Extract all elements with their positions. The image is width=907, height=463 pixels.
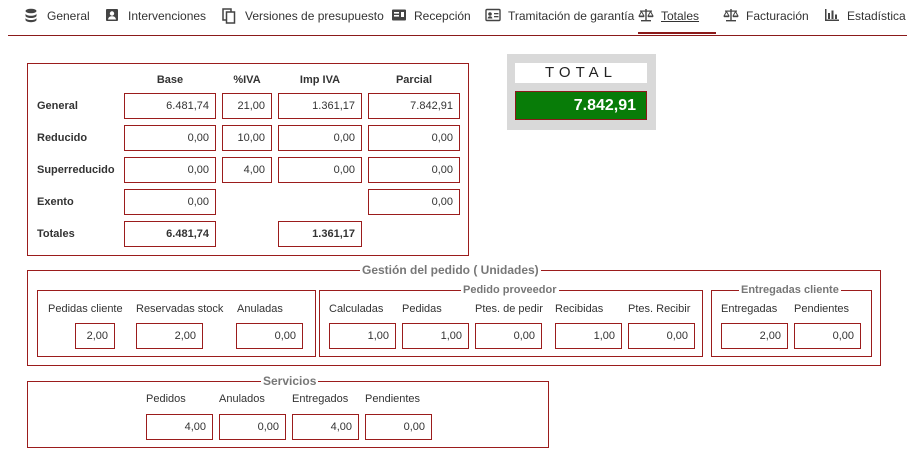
superreducido-imp-iva-field[interactable]: 0,00: [278, 157, 362, 183]
reservadas-stock-field[interactable]: 2,00: [136, 323, 203, 349]
total-panel: TOTAL 7.842,91: [507, 54, 656, 130]
superreducido-iva-field[interactable]: 4,00: [222, 157, 272, 183]
pedido-proveedor-subgroup: Pedido proveedor Calculadas Pedidas Ptes…: [319, 283, 703, 357]
total-value: 7.842,91: [515, 91, 647, 120]
servicios-pendientes-field[interactable]: 0,00: [365, 414, 432, 440]
tab-label: Totales: [661, 9, 700, 23]
tab-label: Tramitación de garantía: [508, 9, 635, 23]
pedidas-cliente-field[interactable]: 2,00: [75, 323, 115, 349]
entregadas-cliente-subgroup: Entregadas cliente Entregadas Pendientes…: [711, 283, 872, 357]
servicios-pedidos-label: Pedidos: [146, 393, 186, 405]
header-base: Base: [156, 74, 184, 86]
tab-general[interactable]: General: [24, 8, 90, 34]
reducido-parcial-field[interactable]: 0,00: [368, 125, 460, 151]
tab-label: General: [47, 9, 90, 23]
tab-facturacion[interactable]: Facturación: [723, 8, 809, 34]
reducido-base-field[interactable]: 0,00: [124, 125, 216, 151]
tab-totales[interactable]: Totales: [638, 8, 716, 34]
tab-estadistica[interactable]: Estadística: [824, 8, 906, 34]
header-iva: %IVA: [233, 74, 261, 86]
entregadas-field[interactable]: 2,00: [721, 323, 788, 349]
entregadas-cliente-title: Entregadas cliente: [739, 283, 841, 297]
pendientes-label: Pendientes: [794, 303, 850, 315]
row-label-superreducido: Superreducido: [37, 164, 115, 176]
recibidas-field[interactable]: 1,00: [555, 323, 622, 349]
id-card-icon: [391, 8, 407, 24]
calculadas-label: Calculadas: [329, 303, 384, 315]
pedidas-label: Pedidas: [402, 303, 442, 315]
header-imp-iva: Imp IVA: [299, 74, 341, 86]
superreducido-parcial-field[interactable]: 0,00: [368, 157, 460, 183]
tab-label: Estadística: [847, 9, 906, 23]
calculadas-field[interactable]: 1,00: [329, 323, 396, 349]
servicios-title: Servicios: [261, 374, 319, 388]
gestion-pedido-title: Gestión del pedido ( Unidades): [360, 263, 541, 277]
servicios-entregados-field[interactable]: 4,00: [292, 414, 359, 440]
exento-parcial-field[interactable]: 0,00: [368, 189, 460, 215]
scale-icon: [638, 8, 654, 24]
totales-base-field[interactable]: 6.481,74: [124, 221, 216, 247]
reservadas-stock-label: Reservadas stock: [136, 303, 224, 315]
bar-chart-icon: [824, 8, 840, 24]
ptes-de-pedir-label: Ptes. de pedir: [475, 303, 543, 315]
total-title: TOTAL: [515, 63, 647, 83]
exento-base-field[interactable]: 0,00: [124, 189, 216, 215]
database-icon: [24, 8, 40, 24]
general-iva-field[interactable]: 21,00: [222, 93, 272, 119]
row-label-general: General: [37, 100, 78, 112]
general-base-field[interactable]: 6.481,74: [124, 93, 216, 119]
contact-card-icon: [485, 8, 501, 24]
tab-intervenciones[interactable]: Intervenciones: [105, 8, 206, 34]
totales-imp-iva-field[interactable]: 1.361,17: [278, 221, 362, 247]
row-label-reducido: Reducido: [37, 132, 88, 144]
ptes-de-pedir-field[interactable]: 0,00: [475, 323, 542, 349]
tab-recepcion[interactable]: Recepción: [391, 8, 471, 34]
tab-versiones-presupuesto[interactable]: Versiones de presupuesto: [222, 8, 384, 34]
tab-label: Recepción: [414, 9, 471, 23]
pedido-proveedor-title: Pedido proveedor: [461, 283, 559, 297]
recibidas-label: Recibidas: [555, 303, 604, 315]
gestion-pedido-group: Gestión del pedido ( Unidades) Pedidas c…: [27, 263, 881, 366]
copy-icon: [222, 8, 238, 24]
ptes-recibir-label: Ptes. Recibir: [628, 303, 691, 315]
header-parcial: Parcial: [395, 74, 433, 86]
tab-bar: General Intervenciones Versiones de pres…: [8, 0, 907, 36]
ptes-recibir-field[interactable]: 0,00: [628, 323, 695, 349]
row-label-totales: Totales: [37, 228, 75, 240]
general-imp-iva-field[interactable]: 1.361,17: [278, 93, 362, 119]
servicios-entregados-label: Entregados: [292, 393, 349, 405]
servicios-anulados-field[interactable]: 0,00: [219, 414, 286, 440]
tab-label: Versiones de presupuesto: [245, 9, 384, 23]
scale-icon: [723, 8, 739, 24]
reducido-imp-iva-field[interactable]: 0,00: [278, 125, 362, 151]
servicios-pedidos-field[interactable]: 4,00: [146, 414, 213, 440]
row-label-exento: Exento: [37, 196, 74, 208]
person-card-icon: [105, 8, 121, 24]
general-parcial-field[interactable]: 7.842,91: [368, 93, 460, 119]
tab-label: Intervenciones: [128, 9, 207, 23]
entregadas-label: Entregadas: [721, 303, 778, 315]
reducido-iva-field[interactable]: 10,00: [222, 125, 272, 151]
servicios-pendientes-label: Pendientes: [365, 393, 421, 405]
superreducido-base-field[interactable]: 0,00: [124, 157, 216, 183]
tab-label: Facturación: [746, 9, 809, 23]
pedidas-cliente-label: Pedidas cliente: [48, 303, 123, 315]
servicios-anulados-label: Anulados: [219, 393, 265, 405]
tab-tramitacion-garantia[interactable]: Tramitación de garantía: [485, 8, 634, 34]
cliente-subgroup: Pedidas cliente Reservadas stock Anulada…: [37, 290, 316, 357]
pendientes-field[interactable]: 0,00: [794, 323, 861, 349]
pedidas-field[interactable]: 1,00: [402, 323, 469, 349]
anuladas-label: Anuladas: [237, 303, 283, 315]
anuladas-field[interactable]: 0,00: [236, 323, 303, 349]
servicios-group: Servicios Pedidos Anulados Entregados Pe…: [27, 374, 549, 448]
tax-summary-panel: Base %IVA Imp IVA Parcial General 6.481,…: [27, 63, 469, 256]
